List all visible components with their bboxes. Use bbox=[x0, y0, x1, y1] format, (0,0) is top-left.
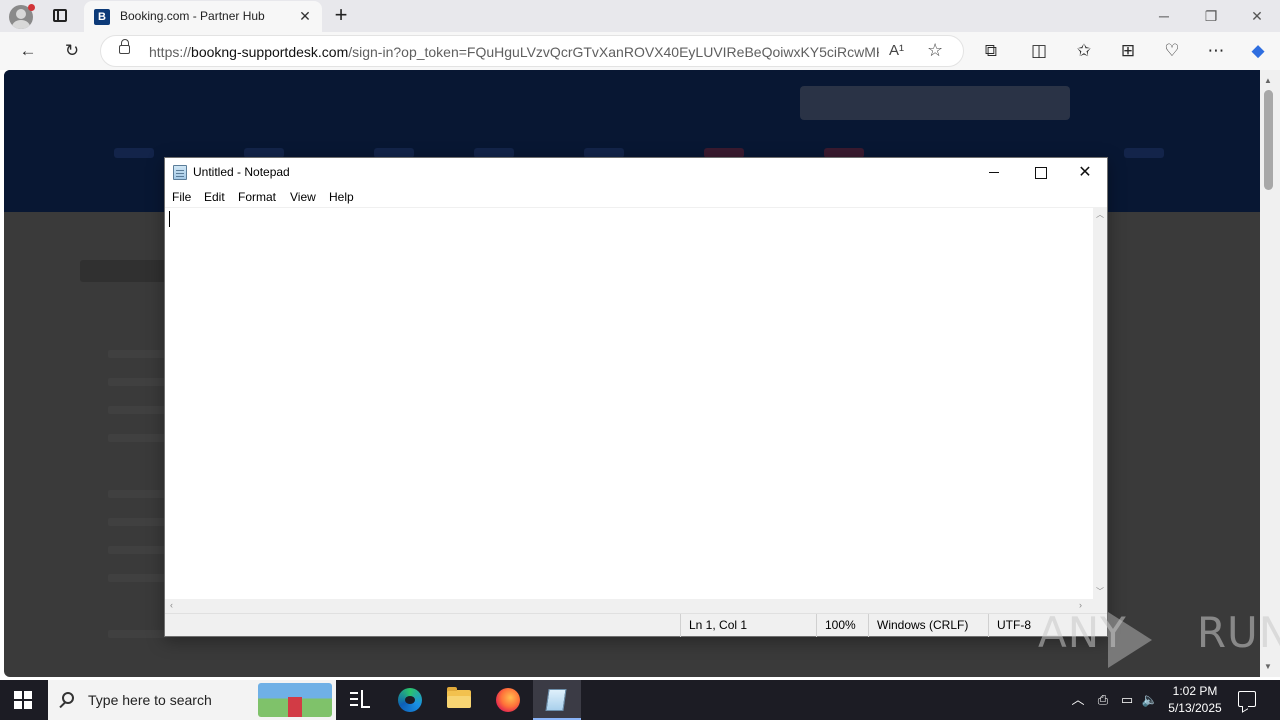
menu-format[interactable]: Format bbox=[238, 190, 276, 204]
notepad-minimize-button[interactable] bbox=[971, 158, 1017, 187]
anyrun-watermark: ANY RUN bbox=[1038, 608, 1280, 668]
taskbar-edge[interactable] bbox=[386, 680, 434, 720]
firefox-icon bbox=[496, 688, 520, 712]
taskbar-notepad[interactable] bbox=[533, 680, 581, 720]
read-aloud-icon[interactable]: A¹ bbox=[889, 42, 904, 59]
split-screen-icon[interactable]: ◫ bbox=[1026, 39, 1052, 63]
booking-favicon-icon: B bbox=[94, 9, 110, 25]
site-search-box bbox=[800, 86, 1070, 120]
refresh-icon[interactable]: ↻ bbox=[59, 39, 85, 63]
tray-overflow-chevron-icon[interactable]: ︿ bbox=[1068, 680, 1088, 720]
browser-restore-button[interactable]: ❐ bbox=[1197, 6, 1225, 26]
profile-notification-dot bbox=[28, 4, 35, 11]
notepad-icon bbox=[545, 689, 567, 711]
tab-actions-icon[interactable] bbox=[50, 6, 70, 26]
menu-file[interactable]: File bbox=[172, 190, 191, 204]
browser-tab-strip: B Booking.com - Partner Hub ✕ + ─ ❐ ✕ bbox=[0, 0, 1280, 32]
notepad-titlebar[interactable]: Untitled - Notepad ✕ bbox=[165, 158, 1107, 187]
taskbar-search-box[interactable]: Type here to search bbox=[48, 680, 336, 720]
browser-tab-active[interactable]: B Booking.com - Partner Hub ✕ bbox=[84, 1, 322, 32]
menu-help[interactable]: Help bbox=[329, 190, 354, 204]
status-zoom: 100% bbox=[816, 614, 868, 637]
notepad-title: Untitled - Notepad bbox=[193, 165, 290, 179]
notepad-menubar: File Edit Format View Help bbox=[165, 187, 1107, 207]
notepad-maximize-button[interactable] bbox=[1017, 158, 1063, 187]
notepad-statusbar: Ln 1, Col 1 100% Windows (CRLF) UTF-8 bbox=[165, 613, 1107, 637]
favorite-star-icon[interactable]: ☆ bbox=[927, 40, 943, 61]
watermark-play-icon bbox=[1108, 612, 1152, 668]
notepad-window: Untitled - Notepad ✕ File Edit Format Vi… bbox=[164, 157, 1108, 637]
page-scrollbar-thumb[interactable] bbox=[1264, 90, 1273, 190]
taskbar-file-explorer[interactable] bbox=[435, 680, 483, 720]
clock-date: 5/13/2025 bbox=[1168, 701, 1222, 715]
scroll-down-chevron-icon[interactable]: ﹀ bbox=[1096, 586, 1104, 597]
network-icon[interactable]: ▭ bbox=[1117, 680, 1137, 720]
lock-icon[interactable] bbox=[119, 39, 130, 54]
collections-icon[interactable]: ⊞ bbox=[1115, 39, 1141, 63]
task-view-icon[interactable] bbox=[350, 690, 370, 710]
taskbar-clock[interactable]: 1:02 PM 5/13/2025 bbox=[1160, 683, 1230, 717]
notifications-icon[interactable] bbox=[1238, 691, 1256, 707]
favorites-icon[interactable]: ✩ bbox=[1071, 39, 1097, 63]
menu-edit[interactable]: Edit bbox=[204, 190, 225, 204]
scroll-up-chevron-icon[interactable]: ︿ bbox=[1096, 209, 1104, 220]
tab-close-icon[interactable]: ✕ bbox=[296, 7, 314, 25]
copilot-icon[interactable]: ◆ bbox=[1245, 39, 1271, 63]
notepad-horizontal-scrollbar[interactable]: ‹ › bbox=[165, 599, 1093, 613]
scroll-left-chevron-icon[interactable]: ‹ bbox=[170, 600, 173, 610]
page-scrollbar[interactable]: ▲ ▼ bbox=[1260, 70, 1280, 677]
search-highlight-image bbox=[258, 683, 332, 717]
search-icon bbox=[62, 692, 74, 704]
more-menu-icon[interactable]: ⋯ bbox=[1203, 39, 1229, 63]
extensions-icon[interactable]: ⧉ bbox=[978, 39, 1004, 63]
back-arrow-icon[interactable]: ← bbox=[15, 39, 41, 63]
volume-icon[interactable]: 🔈 bbox=[1140, 680, 1160, 720]
menu-view[interactable]: View bbox=[290, 190, 316, 204]
taskbar-search-placeholder: Type here to search bbox=[88, 692, 212, 708]
windows-start-icon[interactable] bbox=[14, 691, 32, 709]
browser-toolbar: ← ↻ https://bookng-supportdesk.com/sign-… bbox=[0, 32, 1280, 70]
edge-icon bbox=[398, 688, 422, 712]
browser-close-button[interactable]: ✕ bbox=[1243, 6, 1271, 26]
notepad-vertical-scrollbar[interactable]: ︿ ﹀ bbox=[1093, 207, 1107, 599]
address-bar[interactable]: https://bookng-supportdesk.com/sign-in?o… bbox=[100, 35, 964, 67]
notepad-close-button[interactable]: ✕ bbox=[1062, 158, 1108, 187]
tray-device-icon[interactable]: ⎙ bbox=[1093, 680, 1113, 720]
folder-icon bbox=[447, 687, 471, 708]
status-line-endings: Windows (CRLF) bbox=[868, 614, 988, 637]
browser-minimize-button[interactable]: ─ bbox=[1150, 6, 1178, 26]
clock-time: 1:02 PM bbox=[1172, 684, 1218, 698]
new-tab-button[interactable]: + bbox=[330, 4, 352, 27]
scroll-up-arrow-icon[interactable]: ▲ bbox=[1264, 76, 1272, 85]
scroll-down-arrow-icon[interactable]: ▼ bbox=[1264, 662, 1272, 671]
windows-taskbar: Type here to search ︿ ⎙ ▭ 🔈 1:02 PM 5/13… bbox=[0, 680, 1280, 720]
notepad-app-icon bbox=[173, 165, 187, 180]
notepad-text-area[interactable] bbox=[165, 207, 1093, 599]
browser-essentials-icon[interactable]: ♡ bbox=[1159, 39, 1185, 63]
taskbar-firefox[interactable] bbox=[484, 680, 532, 720]
status-position: Ln 1, Col 1 bbox=[680, 614, 816, 637]
text-caret bbox=[169, 211, 170, 227]
tab-title: Booking.com - Partner Hub bbox=[120, 9, 265, 23]
url-text[interactable]: https://bookng-supportdesk.com/sign-in?o… bbox=[149, 44, 879, 60]
